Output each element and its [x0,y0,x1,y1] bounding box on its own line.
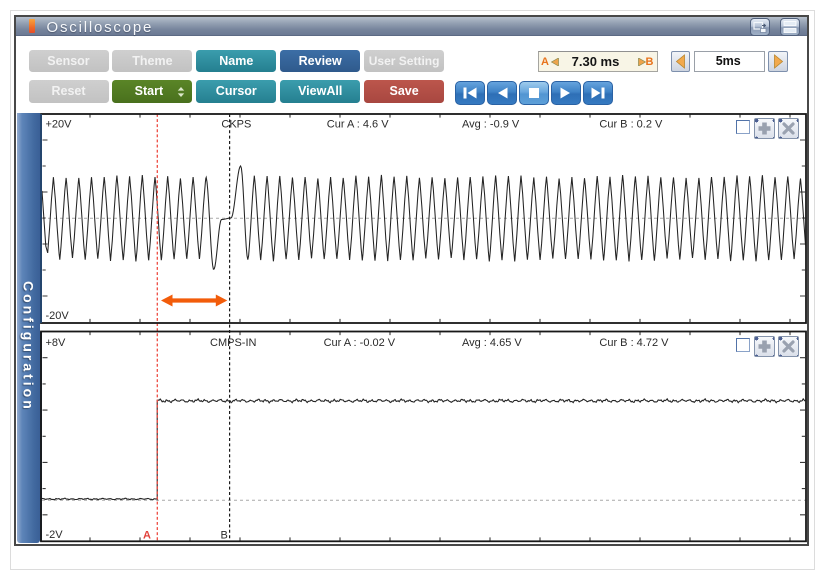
svg-text:Cur A : 4.6 V: Cur A : 4.6 V [327,119,389,131]
svg-text:Cur B : 4.72 V: Cur B : 4.72 V [599,337,669,349]
svg-text:B: B [221,530,228,542]
svg-text:-20V: -20V [46,310,70,322]
svg-text:Cur B : 0.2 V: Cur B : 0.2 V [599,119,663,131]
svg-text:A: A [143,530,151,542]
svg-text:Avg : 4.65 V: Avg : 4.65 V [462,337,522,349]
svg-text:CKPS: CKPS [221,119,251,131]
svg-text:CMPS-IN: CMPS-IN [210,337,257,349]
svg-text:+8V: +8V [46,337,67,349]
svg-text:-2V: -2V [46,529,64,541]
svg-text:+20V: +20V [46,119,73,131]
svg-text:Avg : -0.9 V: Avg : -0.9 V [462,119,520,131]
svg-text:Cur A : -0.02 V: Cur A : -0.02 V [324,337,396,349]
